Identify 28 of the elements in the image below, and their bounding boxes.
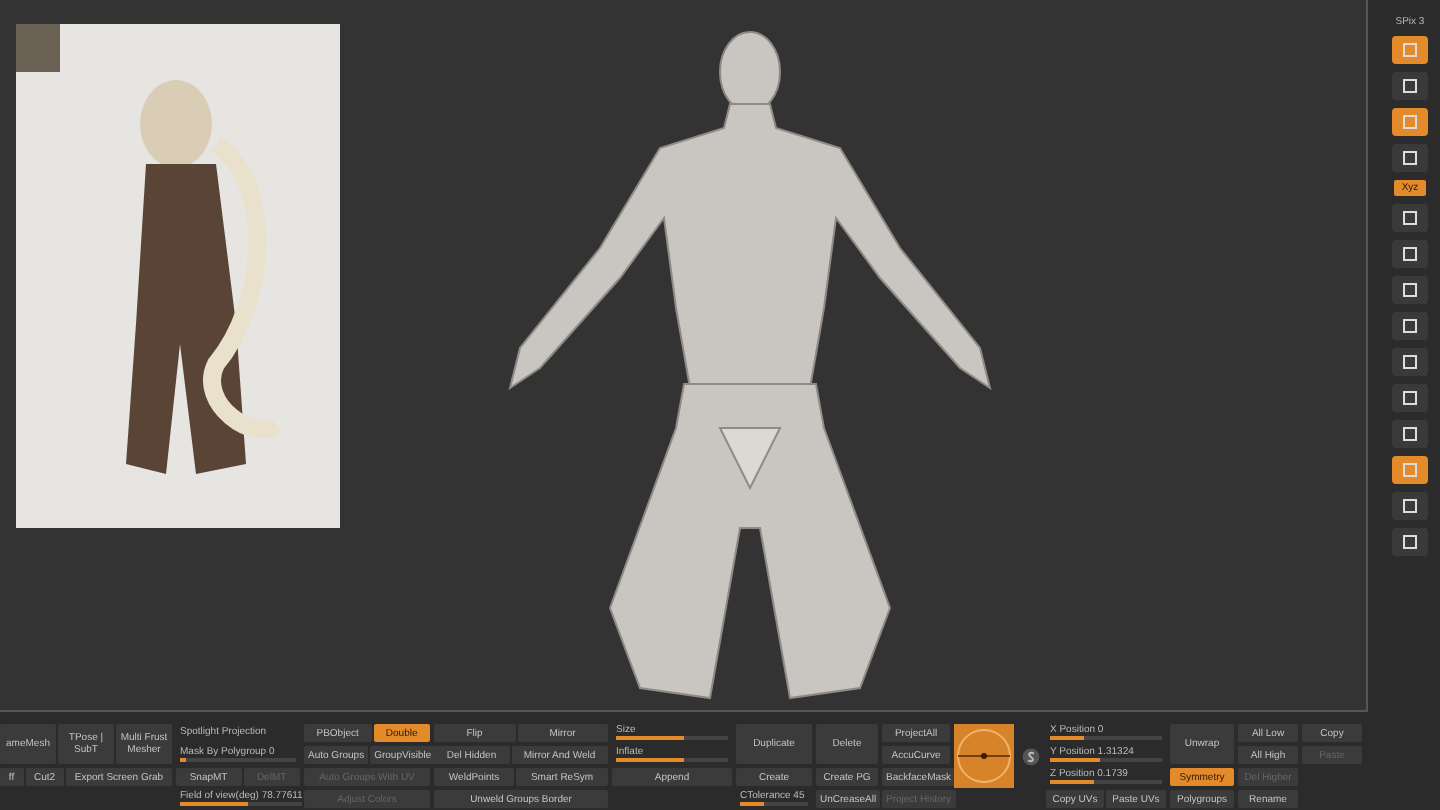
tool-glyph-icon [1402,534,1418,550]
tool-glyph-icon [1402,390,1418,406]
tool-glyph-icon [1402,246,1418,262]
tool-glyph-icon [1402,462,1418,478]
tool-glyph-icon [1402,498,1418,514]
toolbar-button[interactable] [1392,312,1428,340]
tool-glyph-icon [1402,426,1418,442]
tool-glyph-icon [1402,354,1418,370]
toolbar-button[interactable] [1392,72,1428,100]
gizmo-icon[interactable] [954,724,1014,788]
toolbar-button[interactable] [1392,144,1428,172]
tool-glyph-icon [1402,150,1418,166]
toolbar-button[interactable] [1392,204,1428,232]
toolbar-button[interactable] [1392,384,1428,412]
thumbnail-placeholder [16,24,60,72]
toolbar-button[interactable] [1392,348,1428,376]
toolbar-button[interactable] [1392,528,1428,556]
tool-glyph-icon [1402,282,1418,298]
tool-glyph-icon [1402,318,1418,334]
toolbar-button[interactable] [1392,420,1428,448]
toolbar-button[interactable] [1392,492,1428,520]
toolbar-button[interactable] [1392,240,1428,268]
tool-glyph-icon [1402,42,1418,58]
tool-glyph-icon [1402,78,1418,94]
tool-glyph-icon [1402,210,1418,226]
toolbar-button[interactable] [1392,276,1428,304]
logo-icon[interactable] [1022,747,1040,765]
tool-glyph-icon [1402,114,1418,130]
